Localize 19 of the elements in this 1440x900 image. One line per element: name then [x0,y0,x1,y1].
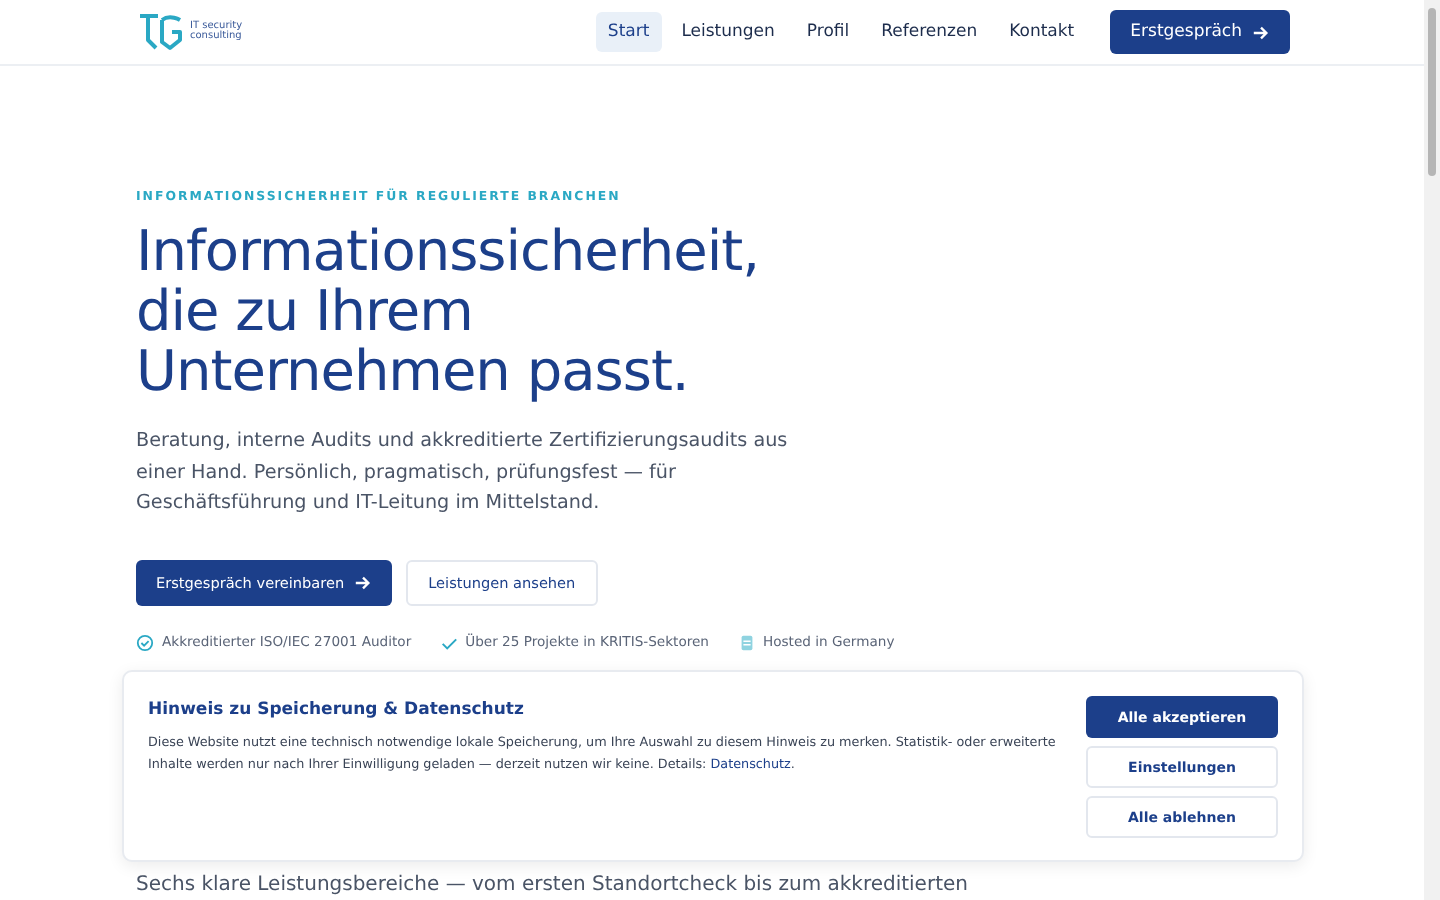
headline: Unternehmen passt. [136,342,691,402]
logo-icon [136,12,184,52]
headline: Informationssicherheit, [136,222,762,282]
section-intro: Sechs klare Leistungsbereiche — vom ersten Standortcheck bis zum akkreditierten [136,873,970,897]
arrow-icon [354,573,373,591]
cta-button[interactable]: Erstgespräch [1110,10,1290,54]
headline: die zu Ihrem [136,282,475,342]
check-icon [439,633,458,651]
lead-paragraph: Beratung, interne Audits und akkreditierte Zertifizierungsaudits aus einer Hand. Persönlich, pragmatisch, prüfungsfest — für Geschäftsführung und IT-Leitung im Mittelstand. [136,428,790,518]
nav-link[interactable]: Kontakt [997,12,1087,52]
nav-link[interactable]: Start [595,12,662,52]
nav-link[interactable]: Referenzen [869,12,990,52]
cookie-title: Hinweis zu Speicherung & Datenschutz [148,700,526,720]
arrow-icon [1252,23,1270,41]
scrollbar[interactable] [1424,0,1440,900]
nav-link[interactable]: Profil [794,12,862,52]
nav-link[interactable]: Leistungen [669,12,787,52]
server-icon [737,633,755,651]
badge-icon [136,633,154,651]
